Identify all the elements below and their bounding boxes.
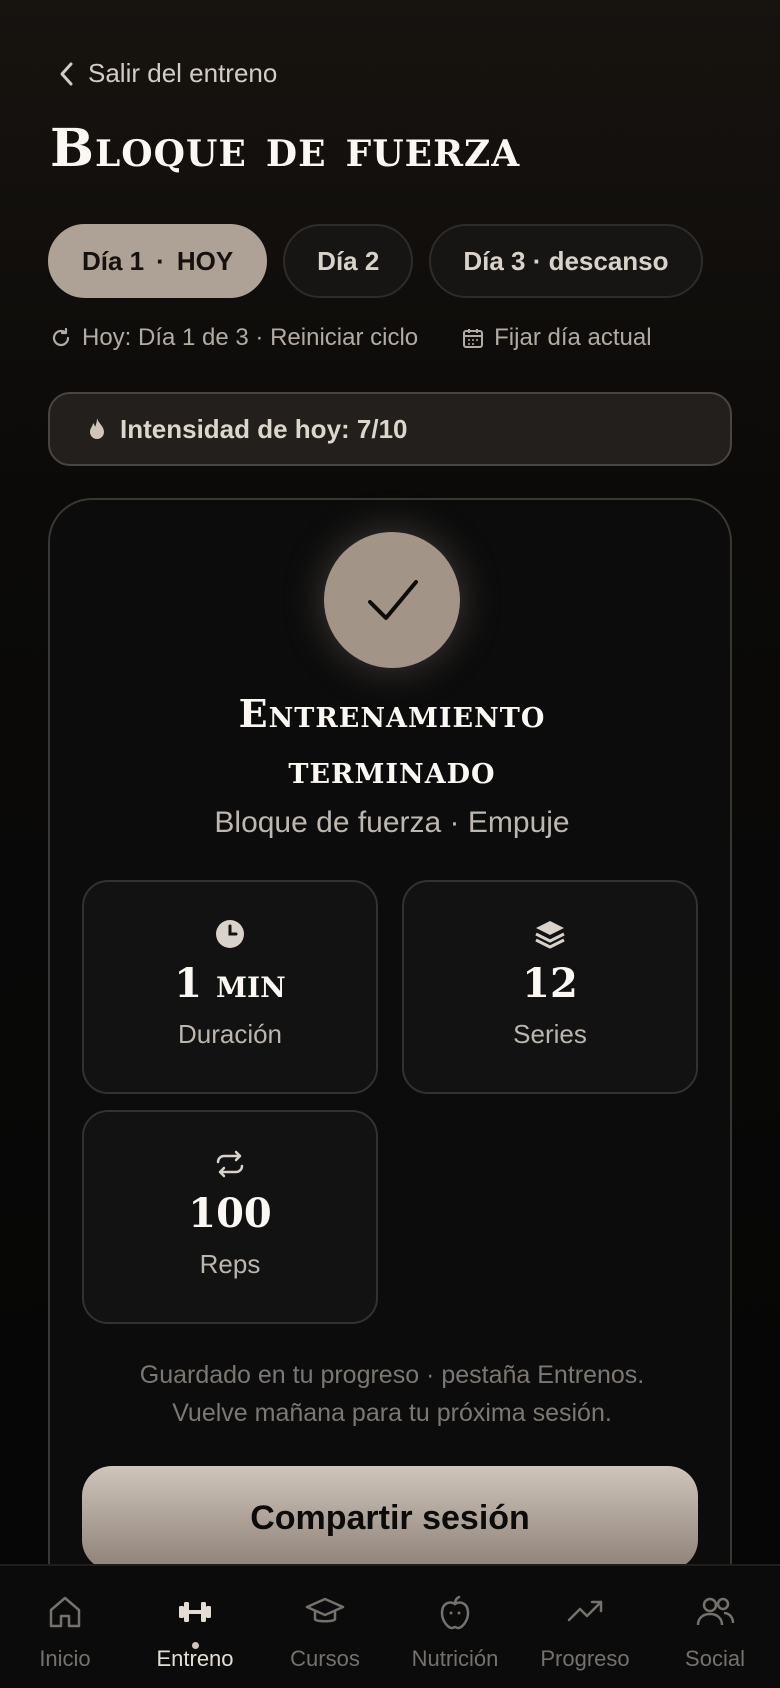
tab-day-3[interactable]: Día 3 · descanso bbox=[429, 224, 703, 298]
share-session-button[interactable]: Compartir sesión bbox=[82, 1466, 698, 1570]
layers-icon bbox=[535, 921, 565, 949]
nav-label: Nutrición bbox=[411, 1646, 499, 1671]
clock-icon bbox=[216, 920, 244, 948]
nav-item-entreno[interactable]: Entreno bbox=[130, 1566, 260, 1688]
summary-card: Entrenamiento terminado Bloque de fuerza… bbox=[48, 498, 732, 1688]
cycle-row: Hoy: Día 1 de 3 · Reiniciar ciclo Fijar … bbox=[50, 324, 652, 352]
nav-item-cursos[interactable]: Cursos bbox=[260, 1566, 390, 1688]
day-tabs: Día 1 · HOY Día 2 Día 3 · descanso bbox=[48, 224, 703, 298]
nav-label: Entreno bbox=[156, 1646, 234, 1671]
nav-item-nutricion[interactable]: Nutrición bbox=[390, 1566, 520, 1688]
stat-value: 1 min bbox=[174, 960, 286, 1007]
stat-duration: 1 min Duración bbox=[82, 880, 378, 1094]
flame-icon bbox=[90, 418, 104, 439]
check-icon bbox=[368, 580, 418, 620]
tab-day-2-label: Día 2 bbox=[317, 245, 380, 276]
intensity-label: Intensidad de hoy: 7/10 bbox=[120, 413, 408, 444]
trending-up-icon bbox=[567, 1600, 603, 1622]
stat-value: 100 bbox=[188, 1190, 272, 1237]
tab-day-2[interactable]: Día 2 bbox=[283, 224, 414, 298]
dumbbell-icon bbox=[179, 1602, 211, 1622]
apple-icon bbox=[440, 1595, 470, 1630]
stat-value: 12 bbox=[522, 960, 578, 1007]
chevron-left-icon bbox=[60, 62, 73, 85]
active-indicator bbox=[191, 1642, 199, 1649]
workout-subtitle: Bloque de fuerza · Empuje bbox=[214, 806, 570, 839]
tab-day-1-label: Día 1 bbox=[82, 245, 145, 276]
tab-day-1[interactable]: Día 1 · HOY bbox=[48, 224, 268, 298]
nav-label: Cursos bbox=[290, 1646, 360, 1671]
checkmark-badge bbox=[324, 532, 460, 668]
stat-label: Series bbox=[513, 1019, 587, 1049]
graduation-cap-icon bbox=[305, 1597, 345, 1623]
nav-item-inicio[interactable]: Inicio bbox=[0, 1566, 130, 1688]
calendar-icon bbox=[463, 329, 484, 348]
tab-day-3-label: Día 3 · descanso bbox=[463, 245, 669, 276]
refresh-icon bbox=[52, 327, 70, 347]
intensity-badge: Intensidad de hoy: 7/10 bbox=[48, 392, 732, 466]
nav-label: Progreso bbox=[540, 1646, 630, 1671]
repeat-icon bbox=[216, 1150, 244, 1178]
reset-cycle-link[interactable]: Hoy: Día 1 de 3 · Reiniciar ciclo bbox=[82, 324, 418, 352]
nav-label: Social bbox=[685, 1646, 745, 1671]
stat-label: Reps bbox=[199, 1249, 261, 1279]
stat-reps: 100 Reps bbox=[82, 1110, 378, 1324]
users-icon bbox=[696, 1597, 735, 1626]
set-current-day-label: Fijar día actual bbox=[494, 324, 652, 351]
set-current-day-button[interactable]: Fijar día actual bbox=[462, 324, 652, 352]
exit-workout-link[interactable]: Salir del entreno bbox=[56, 58, 277, 89]
stat-series: 12 Series bbox=[402, 880, 698, 1094]
completion-title: Entrenamiento terminado bbox=[238, 691, 546, 792]
nav-label: Inicio bbox=[39, 1646, 91, 1671]
saved-note: Guardado en tu progreso · pestaña Entren… bbox=[139, 1361, 645, 1427]
page-title: Bloque de fuerza bbox=[50, 118, 521, 179]
stat-label: Duración bbox=[177, 1019, 283, 1049]
nav-item-social[interactable]: Social bbox=[650, 1566, 780, 1688]
bottom-nav: Inicio Entreno Cursos Nutrición Progreso… bbox=[0, 1564, 780, 1688]
back-label: Salir del entreno bbox=[88, 58, 278, 88]
today-tag: HOY bbox=[176, 245, 234, 276]
home-icon bbox=[49, 1596, 81, 1628]
nav-item-progreso[interactable]: Progreso bbox=[520, 1566, 650, 1688]
